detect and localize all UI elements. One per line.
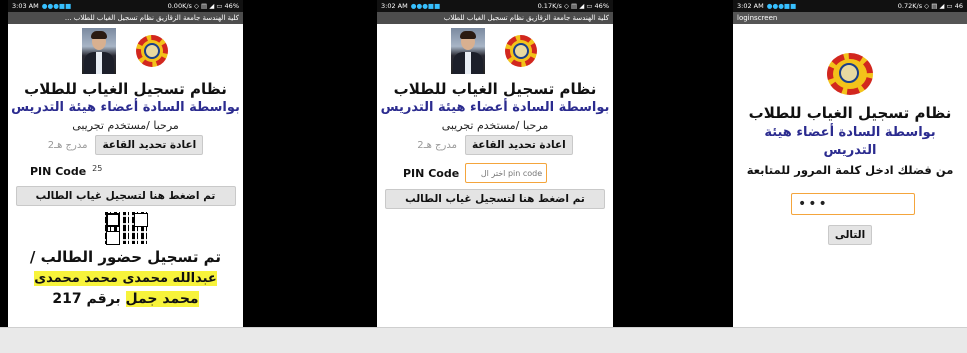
status-bar: 3:03 AM ● ● ● ■ ■ 0.00K/s ◇ ▤ ◢ ▭ 46% (8, 0, 243, 12)
header-logos (8, 28, 243, 74)
qr-code-icon (104, 212, 147, 244)
bottom-bar (0, 327, 967, 353)
network-speed: 0.00K/s (167, 2, 192, 10)
header-logos (377, 28, 613, 74)
next-button[interactable]: التالى (827, 225, 873, 245)
status-bar: 3:02 AM ● ● ● ■ ■ 0.72K/s ◇ ▤ ◢ ▭ 46 (733, 0, 967, 12)
app-titlebar: كلية الهندسة جامعة الزقازيق نظام تسجيل ا… (8, 12, 243, 24)
password-input[interactable] (791, 193, 915, 215)
status-bar: 3:02 AM ● ● ● ■ ■ 0.17K/s ◇ ▤ ◢ ▭ 46% (377, 0, 613, 12)
pin-label: PIN Code (30, 165, 87, 178)
pin-value: 25 (92, 164, 103, 173)
status-time: 3:02 AM (737, 2, 764, 10)
register-absence-button[interactable]: تم اضغط هنا لتسجيل غياب الطالب (15, 186, 236, 206)
status-time: 3:03 AM (12, 2, 39, 10)
screen-pin-entry: 3:02 AM ● ● ● ■ ■ 0.17K/s ◇ ▤ ◢ ▭ 46% كلي… (377, 0, 613, 327)
student-name-end: محمد جمل (125, 291, 199, 307)
app-titlebar: كلية الهندسة جامعة الزقازيق نظام تسجيل ا… (377, 12, 613, 24)
app-subtitle: بواسطة السادة أعضاء هيئة التدريس (380, 100, 610, 115)
battery-level: 46% (224, 2, 239, 10)
app-subtitle-line1: بواسطة السادة أعضاء هيئة (764, 125, 936, 140)
app-subtitle: بواسطة السادة أعضاء هيئة التدريس (11, 100, 240, 115)
network-speed: 0.17K/s (537, 2, 562, 10)
status-time: 3:02 AM (381, 2, 408, 10)
faculty-logo-icon (825, 52, 875, 96)
notification-icons: ● ● ● ■ ■ (410, 2, 441, 10)
welcome-text: مرحبا /مستخدم تجريبى (441, 119, 549, 132)
notification-icons: ● ● ● ■ ■ (41, 2, 72, 10)
faculty-logo-icon (503, 34, 539, 68)
notification-icons: ● ● ● ■ ■ (766, 2, 797, 10)
app-titlebar: loginscreen (733, 12, 967, 24)
student-name: عبدالله محمدى محمد محمدى (34, 271, 217, 286)
pin-label: PIN Code (403, 166, 460, 180)
app-subtitle-line2: التدريس (823, 143, 877, 158)
network-speed: 0.72K/s (897, 2, 923, 10)
faculty-logo-icon (134, 34, 170, 68)
set-hall-button[interactable]: اعادة تحديد القاعة (95, 135, 204, 155)
app-title: نظام تسجيل الغياب للطلاب (393, 80, 597, 98)
battery-level: 46 (954, 2, 963, 10)
user-photo (81, 28, 116, 74)
register-absence-button[interactable]: تم اضغط هنا لتسجيل غياب الطالب (385, 189, 605, 209)
set-hall-button[interactable]: اعادة تحديد القاعة (464, 135, 573, 155)
app-title: نظام تسجيل الغياب للطلاب (748, 104, 952, 122)
password-prompt: من فضلك ادخل كلمة المرور للمتابعة (746, 163, 954, 177)
pin-code-input[interactable] (465, 163, 548, 183)
student-number: 217 (52, 291, 82, 307)
hall-value: مدرج هـ2 (417, 139, 457, 151)
screen-login: 3:02 AM ● ● ● ■ ■ 0.72K/s ◇ ▤ ◢ ▭ 46 logi… (733, 0, 967, 327)
welcome-text: مرحبا /مستخدم تجريبى (72, 119, 179, 132)
screen-attendance-result: 3:03 AM ● ● ● ■ ■ 0.00K/s ◇ ▤ ◢ ▭ 46% كلي… (8, 0, 243, 327)
battery-level: 46% (594, 2, 609, 10)
app-title: نظام تسجيل الغياب للطلاب (24, 80, 227, 98)
hall-value: مدرج هـ2 (47, 139, 88, 151)
number-label: برقم (86, 291, 121, 307)
result-heading: تم تسجيل حضور الطالب / (29, 248, 222, 266)
user-photo (451, 28, 485, 74)
